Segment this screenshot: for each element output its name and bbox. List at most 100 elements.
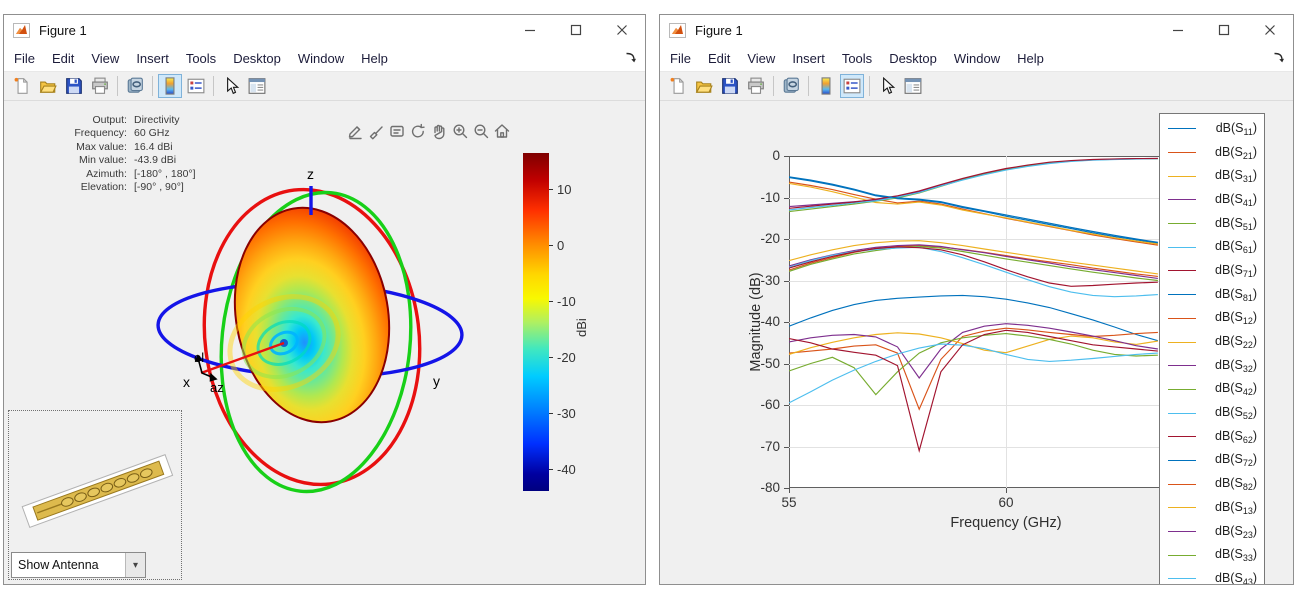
minimize-button[interactable] (1155, 15, 1201, 45)
brush-icon[interactable] (365, 120, 386, 141)
chevron-down-icon: ▾ (125, 553, 145, 577)
legend-entry-S41: dB(S41) (1160, 188, 1264, 212)
legend-entry-S51: dB(S51) (1160, 212, 1264, 236)
show-antenna-dropdown[interactable]: Show Antenna ▾ (11, 552, 146, 578)
colorbar-tick-label: -40 (557, 462, 576, 477)
menu-tools[interactable]: Tools (186, 51, 216, 66)
insert-colorbar-button[interactable] (158, 74, 182, 98)
matlab-figure-icon (669, 23, 686, 38)
legend-entry-label: dB(S32) (1215, 358, 1257, 374)
title-bar[interactable]: Figure 1 (4, 15, 645, 45)
legend-entry-label: dB(S11) (1216, 121, 1257, 137)
legend-entry-label: dB(S31) (1215, 168, 1257, 184)
link-plot-button[interactable] (779, 74, 803, 98)
legend-entry-label: dB(S82) (1215, 476, 1257, 492)
insert-colorbar-button[interactable] (814, 74, 838, 98)
menu-view[interactable]: View (91, 51, 119, 66)
menu-help[interactable]: Help (361, 51, 388, 66)
legend-entry-S21: dB(S21) (1160, 141, 1264, 165)
menu-file[interactable]: File (670, 51, 691, 66)
zoom-in-icon[interactable] (449, 120, 470, 141)
print-figure-button[interactable] (744, 74, 768, 98)
maximize-button[interactable] (1201, 15, 1247, 45)
figure-window-pattern: Figure 1 File Edit View Insert Tools Desktop W… (3, 14, 646, 585)
menu-desktop[interactable]: Desktop (233, 51, 281, 66)
restore-view-icon[interactable] (491, 120, 512, 141)
legend-entry-label: dB(S22) (1215, 334, 1257, 350)
minimize-button[interactable] (507, 15, 553, 45)
datatips-icon[interactable] (386, 120, 407, 141)
open-file-button[interactable] (36, 74, 60, 98)
legend-entry-label: dB(S62) (1215, 429, 1257, 445)
menu-insert[interactable]: Insert (792, 51, 825, 66)
dock-figure-icon[interactable] (1273, 52, 1285, 64)
menu-help[interactable]: Help (1017, 51, 1044, 66)
legend-entry-S71: dB(S71) (1160, 259, 1264, 283)
title-bar[interactable]: Figure 1 (660, 15, 1293, 45)
save-figure-button[interactable] (62, 74, 86, 98)
legend-line-sample (1168, 484, 1196, 485)
menu-file[interactable]: File (14, 51, 35, 66)
new-figure-button[interactable] (666, 74, 690, 98)
matlab-figure-icon (13, 23, 30, 38)
legend-entry-S32: dB(S32) (1160, 354, 1264, 378)
print-figure-button[interactable] (88, 74, 112, 98)
edit-plot-button[interactable] (219, 74, 243, 98)
legend-entry-S72: dB(S72) (1160, 449, 1264, 473)
x-axis-title: Frequency (GHz) (950, 515, 1061, 531)
series-dB(S43) (789, 344, 1158, 403)
legend-entry-S33: dB(S33) (1160, 543, 1264, 567)
legend-line-sample (1168, 365, 1196, 366)
desktop: Figure 1 File Edit View Insert Tools Desktop W… (0, 0, 1300, 597)
property-inspector-button[interactable] (901, 74, 925, 98)
menu-insert[interactable]: Insert (136, 51, 169, 66)
y-axis-title: Magnitude (dB) (748, 272, 764, 371)
pan-icon[interactable] (428, 120, 449, 141)
edit-plot-button[interactable] (875, 74, 899, 98)
close-button[interactable] (599, 15, 645, 45)
legend-entry-label: dB(S72) (1215, 452, 1257, 468)
maximize-button[interactable] (553, 15, 599, 45)
legend-line-sample (1168, 318, 1196, 319)
legend-line-sample (1168, 578, 1196, 579)
y-axis-label: y (433, 373, 440, 389)
menu-view[interactable]: View (747, 51, 775, 66)
save-figure-button[interactable] (718, 74, 742, 98)
open-file-button[interactable] (692, 74, 716, 98)
link-plot-button[interactable] (123, 74, 147, 98)
menu-tools[interactable]: Tools (842, 51, 872, 66)
legend-entry-S12: dB(S12) (1160, 307, 1264, 331)
insert-legend-button[interactable] (840, 74, 864, 98)
x-tick-label: 55 (781, 495, 796, 510)
colorbar-tick (549, 413, 553, 414)
y-tick-label: 0 (746, 148, 780, 163)
menu-edit[interactable]: Edit (708, 51, 730, 66)
rotate-3d-icon[interactable] (407, 120, 428, 141)
legend-entry-label: dB(S33) (1215, 547, 1257, 563)
legend-line-sample (1168, 460, 1196, 461)
legend-entry-S82: dB(S82) (1160, 472, 1264, 496)
legend-line-sample (1168, 176, 1196, 177)
insert-legend-button[interactable] (184, 74, 208, 98)
export-icon[interactable] (344, 120, 365, 141)
close-button[interactable] (1247, 15, 1293, 45)
zoom-out-icon[interactable] (470, 120, 491, 141)
figure-toolbar (4, 72, 645, 101)
menu-window[interactable]: Window (298, 51, 344, 66)
legend-line-sample (1168, 531, 1196, 532)
property-inspector-button[interactable] (245, 74, 269, 98)
menu-window[interactable]: Window (954, 51, 1000, 66)
colorbar[interactable] (523, 153, 549, 491)
radiation-pattern-3d[interactable]: z y x el az (152, 159, 482, 509)
menu-desktop[interactable]: Desktop (889, 51, 937, 66)
dock-figure-icon[interactable] (625, 52, 637, 64)
menu-bar: File Edit View Insert Tools Desktop Window Help (660, 45, 1293, 72)
toolbar-separator (213, 76, 214, 96)
legend-entry-label: dB(S42) (1215, 381, 1257, 397)
colorbar-tick-label: -10 (557, 294, 576, 309)
legend-entry-S13: dB(S13) (1160, 496, 1264, 520)
axes-toolbar (344, 120, 512, 141)
legend-entry-S42: dB(S42) (1160, 378, 1264, 402)
new-figure-button[interactable] (10, 74, 34, 98)
menu-edit[interactable]: Edit (52, 51, 74, 66)
